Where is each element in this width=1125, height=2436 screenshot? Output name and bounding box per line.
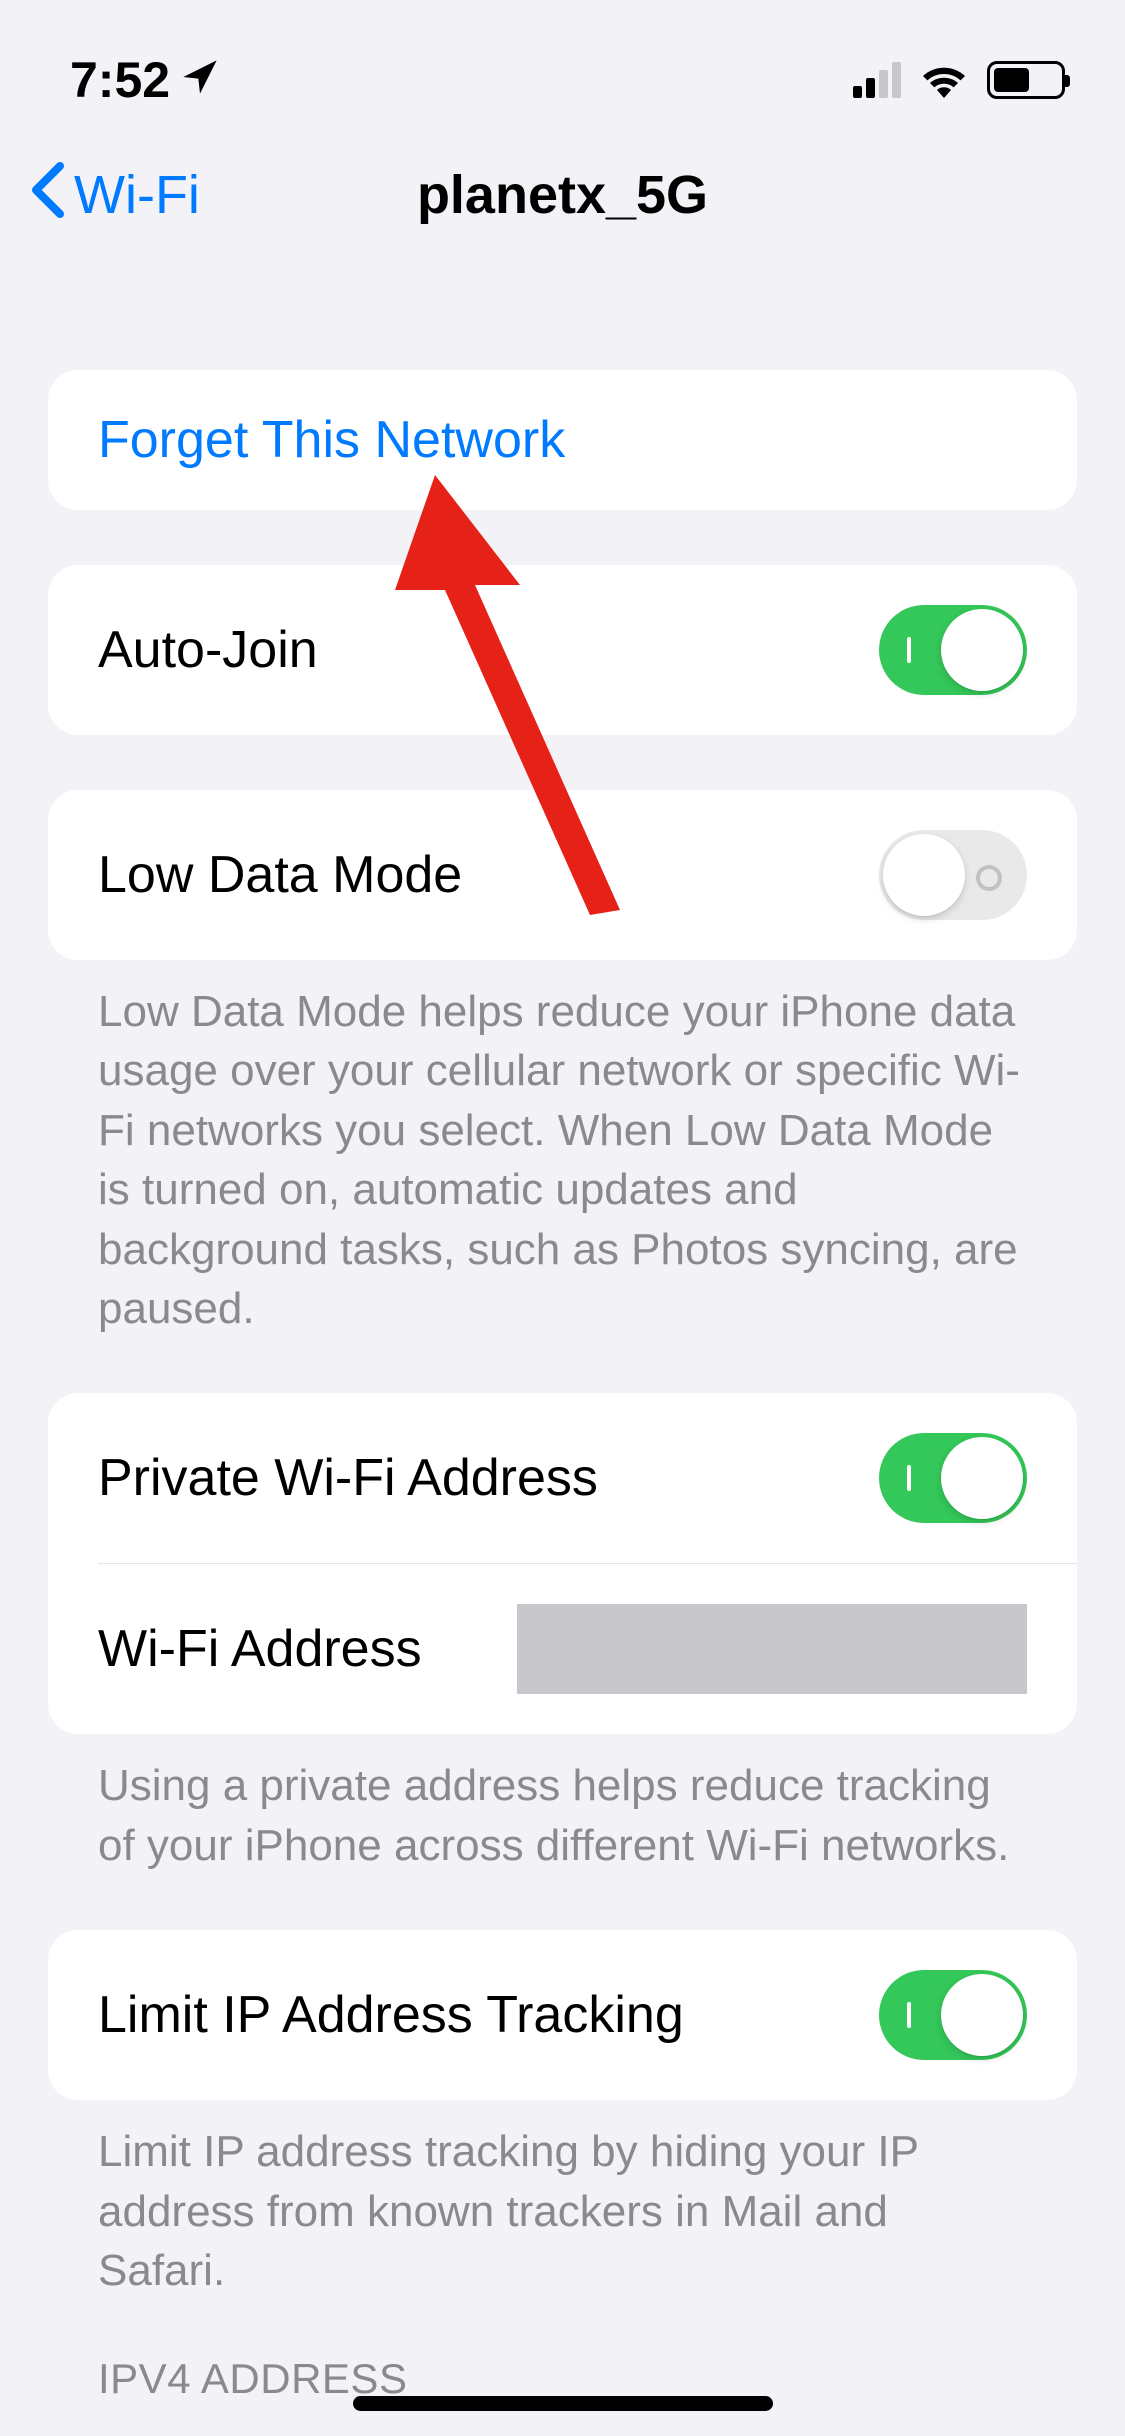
private-wifi-address-row: Private Wi-Fi Address <box>48 1393 1077 1563</box>
limit-ip-tracking-footer: Limit IP address tracking by hiding your… <box>48 2100 1077 2300</box>
status-time: 7:52 <box>70 51 170 109</box>
private-address-footer: Using a private address helps reduce tra… <box>48 1734 1077 1875</box>
auto-join-row: Auto-Join <box>48 565 1077 735</box>
back-label: Wi-Fi <box>74 164 200 226</box>
private-wifi-address-toggle[interactable] <box>879 1433 1027 1523</box>
limit-ip-tracking-toggle[interactable] <box>879 1970 1027 2060</box>
status-bar: 7:52 <box>0 0 1125 130</box>
wifi-icon <box>919 58 969 103</box>
low-data-mode-row: Low Data Mode <box>48 790 1077 960</box>
status-right <box>853 58 1065 103</box>
limit-ip-tracking-label: Limit IP Address Tracking <box>98 1985 684 2045</box>
forget-network-label: Forget This Network <box>98 410 565 470</box>
back-button[interactable]: Wi-Fi <box>30 162 200 228</box>
wifi-address-row[interactable]: Wi-Fi Address <box>48 1564 1077 1734</box>
chevron-left-icon <box>30 162 66 228</box>
wifi-address-label: Wi-Fi Address <box>98 1619 422 1679</box>
home-indicator[interactable] <box>353 2396 773 2411</box>
low-data-mode-footer: Low Data Mode helps reduce your iPhone d… <box>48 960 1077 1338</box>
page-title: planetx_5G <box>417 164 708 226</box>
auto-join-toggle[interactable] <box>879 605 1027 695</box>
limit-ip-tracking-row: Limit IP Address Tracking <box>48 1930 1077 2100</box>
navigation-bar: Wi-Fi planetx_5G <box>0 130 1125 260</box>
forget-network-button[interactable]: Forget This Network <box>48 370 1077 510</box>
status-left: 7:52 <box>70 51 220 109</box>
wifi-address-value-redacted <box>517 1604 1027 1694</box>
cellular-signal-icon <box>853 62 901 98</box>
low-data-mode-toggle[interactable] <box>879 830 1027 920</box>
battery-icon <box>987 61 1065 99</box>
auto-join-label: Auto-Join <box>98 620 318 680</box>
low-data-mode-label: Low Data Mode <box>98 845 462 905</box>
private-wifi-address-label: Private Wi-Fi Address <box>98 1448 598 1508</box>
location-services-icon <box>180 51 220 109</box>
